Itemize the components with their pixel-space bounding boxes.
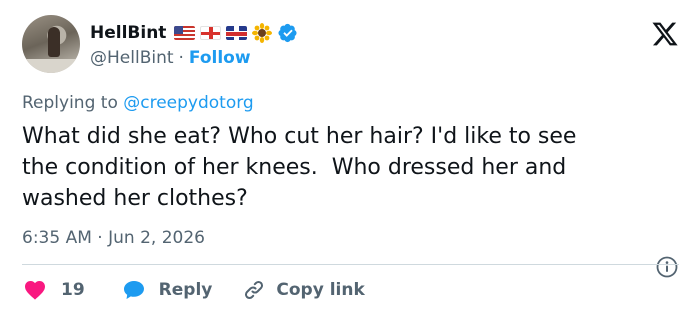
author-name-row: HellBint bbox=[90, 21, 298, 45]
tweet-text: What did she eat? Who cut her hair? I'd … bbox=[22, 124, 577, 211]
divider bbox=[22, 264, 679, 265]
handle-separator: · bbox=[178, 48, 184, 68]
avatar-figure bbox=[48, 27, 60, 57]
reply-button[interactable]: Reply bbox=[121, 278, 213, 302]
like-count: 19 bbox=[61, 280, 85, 300]
action-bar: 19 Reply Copy link bbox=[22, 278, 365, 302]
x-logo-icon[interactable] bbox=[651, 20, 679, 48]
author-display-name[interactable]: HellBint bbox=[90, 23, 166, 43]
follow-button[interactable]: Follow bbox=[189, 48, 251, 68]
reply-bubble-icon bbox=[123, 281, 144, 299]
sunflower-icon bbox=[252, 23, 273, 43]
copy-link-label: Copy link bbox=[276, 280, 365, 300]
author-handle-row: @HellBint · Follow bbox=[90, 48, 251, 68]
author-handle[interactable]: @HellBint bbox=[90, 48, 174, 68]
avatar[interactable] bbox=[22, 15, 80, 73]
us-flag-icon bbox=[174, 26, 196, 40]
like-button[interactable]: 19 bbox=[22, 278, 85, 302]
verified-badge-icon[interactable] bbox=[278, 23, 298, 43]
tweet-meta: 6:35 AM · Jun 2, 2026 bbox=[22, 228, 205, 248]
reply-label: Reply bbox=[158, 280, 213, 300]
replying-to-mention[interactable]: @creepydotorg bbox=[123, 93, 253, 113]
copy-link-button[interactable]: Copy link bbox=[242, 278, 365, 302]
meta-separator: · bbox=[91, 228, 109, 248]
author-badges bbox=[174, 23, 298, 43]
tweet-time[interactable]: 6:35 AM bbox=[22, 228, 92, 248]
heart-icon bbox=[25, 281, 45, 300]
avatar-floor bbox=[22, 59, 80, 73]
tweet-date[interactable]: Jun 2, 2026 bbox=[108, 228, 205, 248]
replying-to-line: Replying to @creepydotorg bbox=[22, 93, 254, 113]
uk-flag-icon bbox=[226, 26, 248, 40]
link-icon bbox=[245, 280, 264, 300]
info-icon[interactable] bbox=[655, 255, 679, 279]
england-flag-icon bbox=[200, 26, 222, 40]
replying-to-prefix: Replying to bbox=[22, 93, 124, 113]
